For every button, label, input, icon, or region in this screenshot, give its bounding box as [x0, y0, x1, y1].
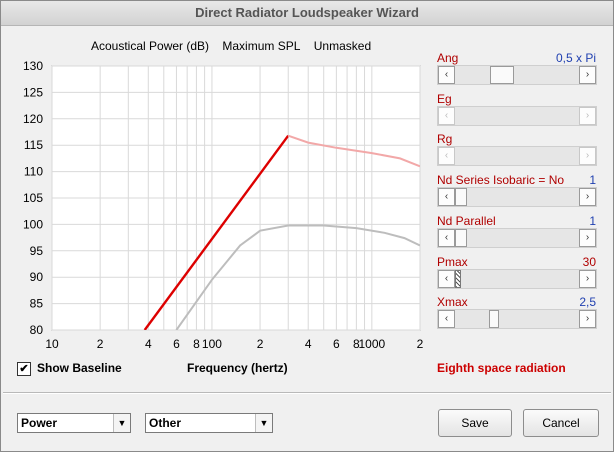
control-label-3: Nd Series Isobaric = No: [437, 173, 565, 187]
plot-type-select[interactable]: Power ▼: [17, 413, 131, 433]
scroll-right-icon[interactable]: ›: [579, 147, 596, 165]
control-value-6: 2,5: [579, 295, 596, 309]
separator: [3, 392, 611, 394]
control-value-0: 0,5 x Pi: [555, 51, 596, 65]
control-label-5: Pmax: [437, 255, 468, 269]
control-scrollbar-3[interactable]: ‹ ›: [437, 187, 597, 207]
control-value-4: 1: [589, 214, 596, 228]
scroll-thumb[interactable]: [455, 270, 461, 288]
plot-type-value: Power: [21, 416, 58, 430]
scroll-right-icon[interactable]: ›: [579, 188, 596, 206]
save-button[interactable]: Save: [438, 409, 512, 437]
x-tick-label: 10: [45, 337, 59, 351]
x-tick-label: 2: [97, 337, 104, 351]
x-tick-label: 6: [173, 337, 180, 351]
chevron-down-icon[interactable]: ▼: [113, 414, 130, 432]
x-tick-label: 4: [145, 337, 152, 351]
other-select[interactable]: Other ▼: [145, 413, 273, 433]
scroll-right-icon[interactable]: ›: [579, 310, 596, 328]
x-tick-label: 6: [333, 337, 340, 351]
window-title: Direct Radiator Loudspeaker Wizard: [1, 1, 613, 26]
control-label-4: Nd Parallel: [437, 214, 496, 228]
scroll-thumb[interactable]: [455, 229, 467, 247]
scroll-left-icon[interactable]: ‹: [438, 229, 455, 247]
control-scrollbar-5[interactable]: ‹ ›: [437, 269, 597, 289]
control-scrollbar-0[interactable]: ‹ ›: [437, 65, 597, 85]
y-tick-label: 110: [24, 165, 43, 179]
y-tick-label: 80: [30, 323, 44, 337]
x-tick-label: 4: [305, 337, 312, 351]
control-scrollbar-4[interactable]: ‹ ›: [437, 228, 597, 248]
show-baseline-label: Show Baseline: [37, 361, 122, 375]
scroll-left-icon[interactable]: ‹: [438, 147, 455, 165]
scroll-right-icon[interactable]: ›: [579, 229, 596, 247]
control-scrollbar-6[interactable]: ‹ ›: [437, 309, 597, 329]
x-tick-label: 8: [193, 337, 200, 351]
scroll-thumb[interactable]: [489, 310, 499, 328]
y-tick-label: 95: [30, 244, 44, 258]
y-tick-label: 115: [24, 138, 43, 152]
control-scrollbar-1[interactable]: ‹ ›: [437, 106, 597, 126]
control-value-3: 1: [589, 173, 596, 187]
x-tick-label: 1000: [359, 337, 386, 351]
scroll-left-icon[interactable]: ‹: [438, 188, 455, 206]
x-tick-label: 2: [257, 337, 264, 351]
y-tick-label: 100: [23, 217, 43, 231]
show-baseline-checkbox[interactable]: ✔ Show Baseline: [17, 361, 122, 376]
control-label-2: Rg: [437, 132, 453, 146]
y-tick-label: 120: [23, 112, 43, 126]
scroll-right-icon[interactable]: ›: [579, 270, 596, 288]
scroll-thumb[interactable]: [490, 66, 514, 84]
x-axis-label: Frequency (hertz): [187, 361, 288, 375]
scroll-left-icon[interactable]: ‹: [438, 107, 455, 125]
y-tick-label: 125: [23, 85, 43, 99]
control-scrollbar-2[interactable]: ‹ ›: [437, 146, 597, 166]
frequency-chart: 8085909510010511011512012513010 2 4 6 8 100 2 4…: [23, 59, 424, 351]
scroll-left-icon[interactable]: ‹: [438, 270, 455, 288]
scroll-right-icon[interactable]: ›: [579, 66, 596, 84]
cancel-button[interactable]: Cancel: [523, 409, 599, 437]
y-tick-label: 90: [30, 270, 44, 284]
x-tick-label: 2: [417, 337, 424, 351]
y-tick-label: 85: [30, 297, 44, 311]
other-select-value: Other: [149, 416, 182, 430]
y-tick-label: 105: [23, 191, 43, 205]
radiation-mode-text: Eighth space radiation: [437, 361, 566, 375]
y-tick-label: 130: [23, 59, 43, 73]
wizard-window: Direct Radiator Loudspeaker Wizard Acous…: [0, 0, 614, 452]
checkbox-check-icon[interactable]: ✔: [17, 361, 31, 376]
control-label-0: Ang: [437, 51, 459, 65]
scroll-left-icon[interactable]: ‹: [438, 310, 455, 328]
control-label-6: Xmax: [437, 295, 468, 309]
scroll-thumb[interactable]: [455, 188, 467, 206]
x-tick-label: 100: [202, 337, 222, 351]
control-label-1: Eg: [437, 92, 452, 106]
control-value-5: 30: [582, 255, 596, 269]
chevron-down-icon[interactable]: ▼: [255, 414, 272, 432]
scroll-right-icon[interactable]: ›: [579, 107, 596, 125]
scroll-left-icon[interactable]: ‹: [438, 66, 455, 84]
